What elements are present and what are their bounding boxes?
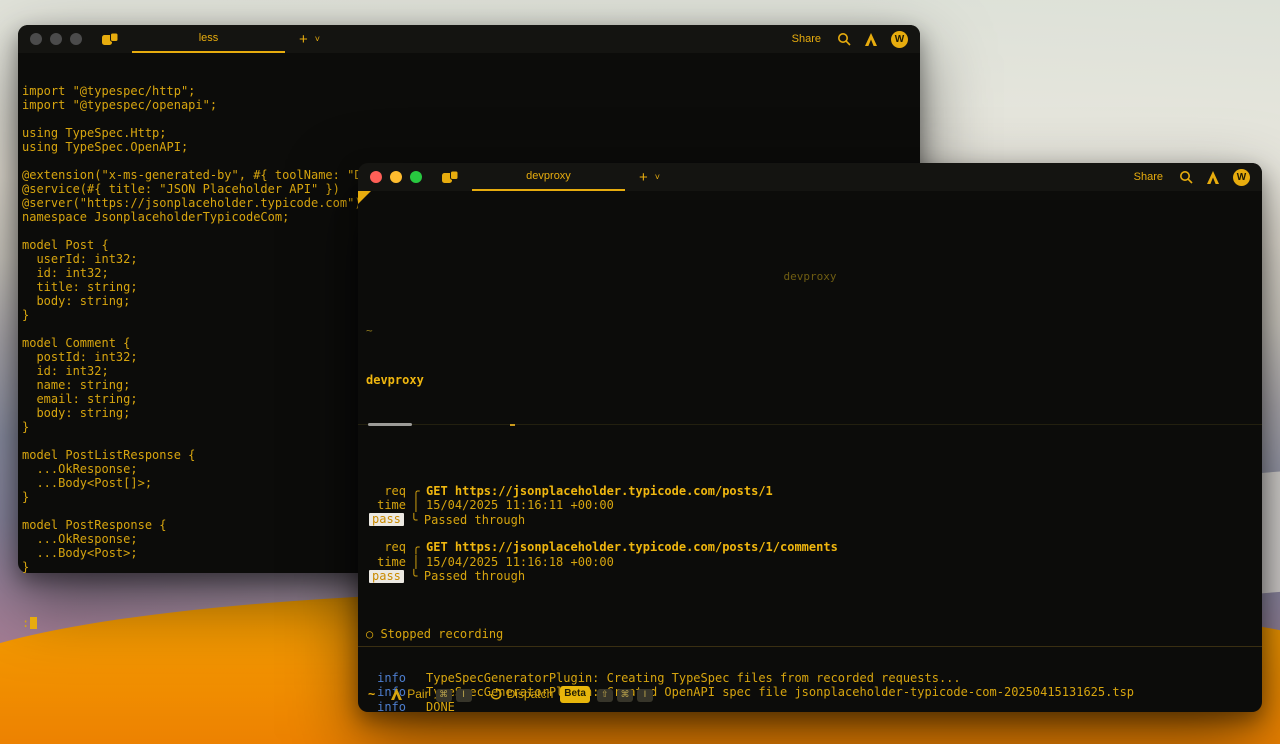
request-blocks: req╭GET https://jsonplaceholder.typicode… <box>358 484 1262 584</box>
progress-bar-segment <box>368 423 412 426</box>
request-label: time <box>358 498 406 513</box>
avatar-letter: W <box>895 34 904 45</box>
code-line <box>22 112 916 126</box>
devproxy-terminal-content[interactable]: devproxy ~ devproxy req╭GET https://json… <box>358 191 1262 712</box>
warp-logo-icon[interactable] <box>865 33 877 46</box>
request-label: req <box>358 484 406 499</box>
request-block: req╭GET https://jsonplaceholder.typicode… <box>358 540 1262 584</box>
titlebar-devproxy[interactable]: devproxy + ˅ Share W <box>358 163 1262 191</box>
tab-less[interactable]: less <box>132 25 285 53</box>
request-row: pass╰Passed through <box>358 513 1262 528</box>
bracket-glyph: ╰ <box>404 513 424 528</box>
search-icon[interactable] <box>837 32 851 46</box>
blocks-panel-icon[interactable] <box>442 171 458 184</box>
tab-label: less <box>199 32 219 44</box>
request-row: req╭GET https://jsonplaceholder.typicode… <box>358 484 1262 499</box>
dispatch-button[interactable]: Dispatch <box>507 687 554 702</box>
beta-badge: Beta <box>560 686 590 703</box>
request-block: req╭GET https://jsonplaceholder.typicode… <box>358 484 1262 528</box>
new-tab-button[interactable]: + <box>299 32 308 47</box>
user-avatar[interactable]: W <box>891 31 908 48</box>
shortcut-key: I <box>637 689 653 702</box>
prompt-symbol: ~ <box>368 687 375 702</box>
bracket-glyph: │ <box>406 498 426 513</box>
bookmark-flag-icon <box>358 191 371 204</box>
pass-badge: pass <box>369 570 404 583</box>
close-button[interactable] <box>30 33 42 45</box>
shortcut-key: I <box>456 689 472 702</box>
code-line: import "@typespec/openapi"; <box>22 98 916 112</box>
close-button[interactable] <box>370 171 382 183</box>
less-prompt: : <box>22 616 29 630</box>
shortcut-key: ⌘ <box>617 689 633 702</box>
request-row: time│15/04/2025 11:16:18 +00:00 <box>358 555 1262 570</box>
warp-logo-icon[interactable] <box>1207 171 1219 184</box>
stopped-recording-line: ○ Stopped recording <box>366 627 1262 642</box>
blocks-panel-icon[interactable] <box>102 33 118 46</box>
terminal-window-devproxy: devproxy + ˅ Share W devproxy ~ devproxy <box>358 163 1262 712</box>
tab-dropdown-chevron-icon[interactable]: ˅ <box>315 34 320 44</box>
titlebar-less[interactable]: less + ˅ Share W <box>18 25 920 53</box>
request-text: GET https://jsonplaceholder.typicode.com… <box>426 540 1262 555</box>
warp-pair-icon <box>391 688 402 700</box>
request-row: req╭GET https://jsonplaceholder.typicode… <box>358 540 1262 555</box>
request-text: GET https://jsonplaceholder.typicode.com… <box>426 484 1262 499</box>
pane-title-devproxy: devproxy <box>358 270 1262 285</box>
minimize-button[interactable] <box>50 33 62 45</box>
tab-devproxy[interactable]: devproxy <box>472 163 625 191</box>
request-label: req <box>358 540 406 555</box>
status-bar: ~ Pair ⌘I Dispatch Beta ⇧⌘I <box>358 676 1262 703</box>
request-text: Passed through <box>424 569 1262 584</box>
pass-badge: pass <box>369 513 404 526</box>
tab-label: devproxy <box>526 170 571 182</box>
request-text: 15/04/2025 11:16:18 +00:00 <box>426 555 1262 570</box>
pair-shortcuts: ⌘I <box>436 686 476 702</box>
cursor-block <box>30 617 37 629</box>
new-tab-button[interactable]: + <box>639 170 648 185</box>
terminal-input-area[interactable]: ~ Pair ⌘I Dispatch Beta ⇧⌘I curl -ikx ht… <box>358 646 1262 712</box>
zoom-button[interactable] <box>410 171 422 183</box>
progress-separator <box>358 424 1262 427</box>
share-button[interactable]: Share <box>792 33 821 45</box>
shortcut-key: ⌘ <box>436 689 452 702</box>
user-avatar[interactable]: W <box>1233 169 1250 186</box>
search-icon[interactable] <box>1179 170 1193 184</box>
bracket-glyph: ╭ <box>406 484 426 499</box>
bracket-glyph: │ <box>406 555 426 570</box>
code-line: using TypeSpec.Http; <box>22 126 916 140</box>
bracket-glyph: ╰ <box>404 569 424 584</box>
bracket-glyph: ╭ <box>406 540 426 555</box>
dispatch-shortcuts: ⇧ ⌘ I <box>597 686 657 702</box>
request-label: time <box>358 555 406 570</box>
dispatch-icon <box>490 688 502 700</box>
request-row: pass╰Passed through <box>358 569 1262 584</box>
share-button[interactable]: Share <box>1134 171 1163 183</box>
request-text: Passed through <box>424 513 1262 528</box>
code-line: using TypeSpec.OpenAPI; <box>22 140 916 154</box>
request-row: time│15/04/2025 11:16:11 +00:00 <box>358 498 1262 513</box>
request-text: 15/04/2025 11:16:11 +00:00 <box>426 498 1262 513</box>
cwd-line: ~ <box>366 324 1262 339</box>
tab-dropdown-chevron-icon[interactable]: ˅ <box>655 172 660 182</box>
desktop-wallpaper: less + ˅ Share W import "@typespec/http"… <box>0 0 1280 744</box>
shortcut-key: ⇧ <box>597 689 613 702</box>
zoom-button[interactable] <box>70 33 82 45</box>
progress-tick <box>510 424 515 426</box>
minimize-button[interactable] <box>390 171 402 183</box>
pair-button[interactable]: Pair <box>407 687 428 702</box>
code-line: import "@typespec/http"; <box>22 84 916 98</box>
command-devproxy: devproxy <box>366 373 1262 388</box>
avatar-letter: W <box>1237 172 1246 183</box>
